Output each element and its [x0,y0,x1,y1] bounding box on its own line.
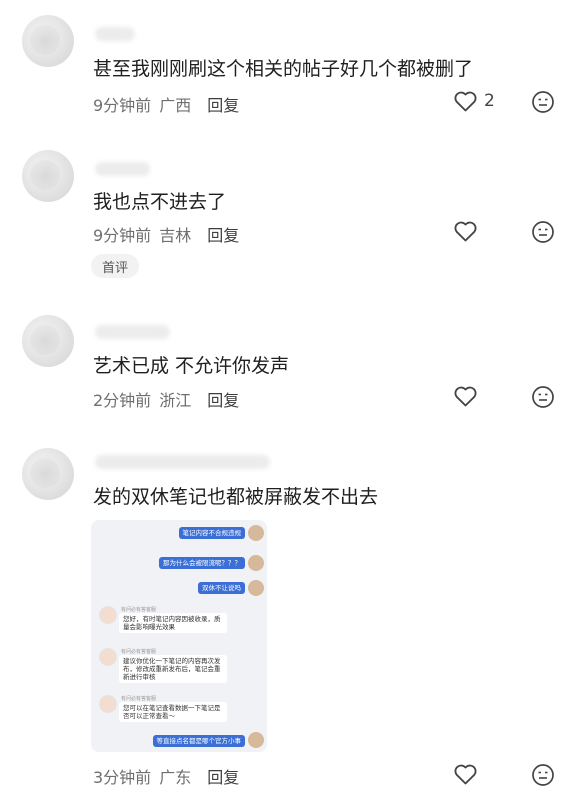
agent-avatar [99,648,117,666]
chat-message: 笔记内容不合规违规 [178,527,245,539]
like-button[interactable] [453,220,478,242]
comment-time: 9分钟前 [93,226,152,245]
username[interactable] [95,455,270,469]
avatar[interactable] [22,448,74,500]
avatar[interactable] [22,315,74,367]
username[interactable] [95,325,170,339]
chat-message: 建议你优化一下笔记的内容再次发布，修改成重新发布后，笔记会重新进行审核 [119,655,227,683]
comment-location: 浙江 [159,391,192,410]
reply-button[interactable]: 回复 [207,391,239,410]
user-avatar [248,580,264,596]
agent-avatar [99,695,117,713]
comment-time: 2分钟前 [93,391,152,410]
chat-message: 双休不让说吗 [198,582,245,594]
like-count: 2 [484,91,495,111]
comment-meta: 3分钟前 广东 回复 [93,764,247,788]
agent-label: 有问必有答客服 [121,607,157,613]
first-comment-badge: 首评 [91,254,139,278]
heart-icon [454,386,477,407]
like-button[interactable] [453,385,478,407]
heart-icon [454,91,477,112]
comment-text: 我也点不进去了 [93,191,227,213]
heart-icon [454,221,477,242]
chat-message: 您可以在笔记查看数据一下笔记是否可以正常查看～ [119,702,227,722]
username[interactable] [95,162,150,176]
emoji-reaction-icon[interactable] [531,90,555,114]
emoji-reaction-icon[interactable] [531,763,555,787]
reply-button[interactable]: 回复 [207,96,239,115]
chat-message: 那为什么会被限流呢？？？ [159,557,245,569]
avatar[interactable] [22,15,74,67]
user-avatar [248,555,264,571]
comment-time: 9分钟前 [93,96,152,115]
agent-avatar [99,606,117,624]
comment-meta: 9分钟前 广西 回复 [93,92,247,116]
heart-icon [454,764,477,785]
chat-message: 等直接点名都是哪个官方小事 [152,735,245,747]
avatar[interactable] [22,150,74,202]
agent-label: 有问必有答客服 [121,696,157,702]
user-avatar [248,525,264,541]
emoji-reaction-icon[interactable] [531,385,555,409]
comment-time: 3分钟前 [93,768,152,787]
like-button[interactable] [453,763,478,785]
user-avatar [248,732,264,748]
reply-button[interactable]: 回复 [207,768,239,787]
comment-text: 艺术已成 不允许你发声 [93,355,290,377]
reply-button[interactable]: 回复 [207,226,239,245]
comment-location: 广东 [159,768,192,787]
agent-label: 有问必有答客服 [121,649,157,655]
emoji-reaction-icon[interactable] [531,220,555,244]
comment-location: 广西 [159,96,192,115]
username[interactable] [95,27,135,41]
comment-meta: 2分钟前 浙江 回复 [93,387,247,411]
comment-text: 发的双休笔记也都被屏蔽发不出去 [93,486,379,508]
like-button[interactable]: 2 [453,90,495,112]
comment-text: 甚至我刚刚刷这个相关的帖子好几个都被删了 [93,58,474,80]
chat-message: 您好，有时笔记内容因被收录，质量会影响曝光效果 [119,613,227,633]
comment-meta: 9分钟前 吉林 回复 [93,222,247,246]
attached-screenshot-image[interactable]: 笔记内容不合规违规 那为什么会被限流呢？？？ 双休不让说吗 有问必有答客服 您好… [91,520,267,752]
comment-location: 吉林 [159,226,192,245]
